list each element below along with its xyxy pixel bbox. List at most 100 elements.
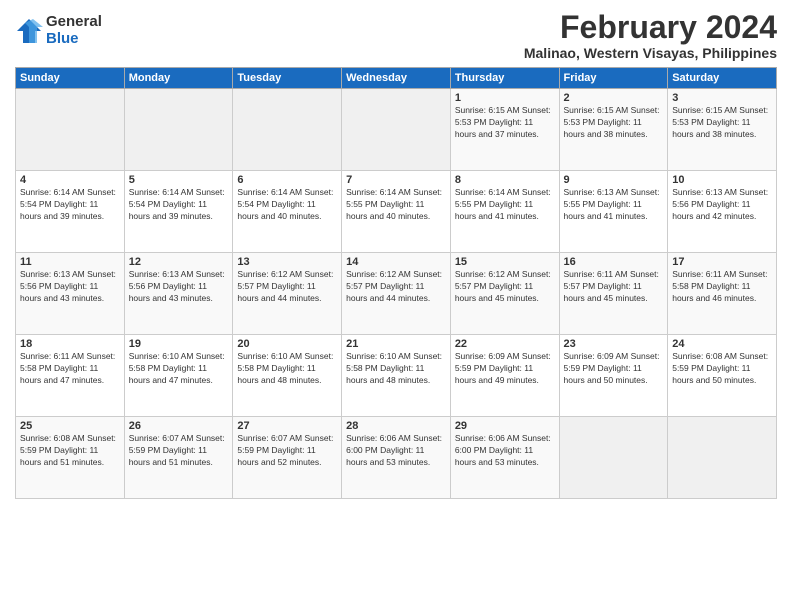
cell-content: Sunrise: 6:11 AM Sunset: 5:58 PM Dayligh…	[672, 269, 772, 305]
day-number: 16	[564, 256, 664, 268]
day-number: 4	[20, 174, 120, 186]
cell-content: Sunrise: 6:15 AM Sunset: 5:53 PM Dayligh…	[672, 105, 772, 141]
day-number: 9	[564, 174, 664, 186]
page: General Blue February 2024 Malinao, West…	[0, 0, 792, 612]
calendar-cell: 28Sunrise: 6:06 AM Sunset: 6:00 PM Dayli…	[342, 417, 451, 499]
calendar-cell: 25Sunrise: 6:08 AM Sunset: 5:59 PM Dayli…	[16, 417, 125, 499]
cell-content: Sunrise: 6:12 AM Sunset: 5:57 PM Dayligh…	[455, 269, 555, 305]
cell-content: Sunrise: 6:13 AM Sunset: 5:55 PM Dayligh…	[564, 187, 664, 223]
calendar-cell: 2Sunrise: 6:15 AM Sunset: 5:53 PM Daylig…	[559, 89, 668, 171]
title-area: February 2024 Malinao, Western Visayas, …	[524, 10, 777, 61]
header-cell-thursday: Thursday	[450, 68, 559, 89]
cell-content: Sunrise: 6:06 AM Sunset: 6:00 PM Dayligh…	[346, 433, 446, 469]
day-number: 1	[455, 92, 555, 104]
day-number: 22	[455, 338, 555, 350]
day-number: 18	[20, 338, 120, 350]
calendar-cell: 20Sunrise: 6:10 AM Sunset: 5:58 PM Dayli…	[233, 335, 342, 417]
cell-content: Sunrise: 6:14 AM Sunset: 5:54 PM Dayligh…	[129, 187, 229, 223]
calendar-cell: 15Sunrise: 6:12 AM Sunset: 5:57 PM Dayli…	[450, 253, 559, 335]
day-number: 25	[20, 420, 120, 432]
calendar-cell: 9Sunrise: 6:13 AM Sunset: 5:55 PM Daylig…	[559, 171, 668, 253]
calendar-cell: 3Sunrise: 6:15 AM Sunset: 5:53 PM Daylig…	[668, 89, 777, 171]
calendar-cell: 27Sunrise: 6:07 AM Sunset: 5:59 PM Dayli…	[233, 417, 342, 499]
cell-content: Sunrise: 6:12 AM Sunset: 5:57 PM Dayligh…	[237, 269, 337, 305]
logo-general-text: General	[46, 14, 102, 31]
cell-content: Sunrise: 6:12 AM Sunset: 5:57 PM Dayligh…	[346, 269, 446, 305]
cell-content: Sunrise: 6:13 AM Sunset: 5:56 PM Dayligh…	[20, 269, 120, 305]
header-cell-wednesday: Wednesday	[342, 68, 451, 89]
calendar-cell: 8Sunrise: 6:14 AM Sunset: 5:55 PM Daylig…	[450, 171, 559, 253]
calendar-cell: 29Sunrise: 6:06 AM Sunset: 6:00 PM Dayli…	[450, 417, 559, 499]
day-number: 26	[129, 420, 229, 432]
cell-content: Sunrise: 6:13 AM Sunset: 5:56 PM Dayligh…	[129, 269, 229, 305]
cell-content: Sunrise: 6:14 AM Sunset: 5:55 PM Dayligh…	[455, 187, 555, 223]
calendar-table: SundayMondayTuesdayWednesdayThursdayFrid…	[15, 67, 777, 499]
calendar-cell: 19Sunrise: 6:10 AM Sunset: 5:58 PM Dayli…	[124, 335, 233, 417]
month-title: February 2024	[524, 10, 777, 45]
cell-content: Sunrise: 6:11 AM Sunset: 5:57 PM Dayligh…	[564, 269, 664, 305]
calendar-cell: 5Sunrise: 6:14 AM Sunset: 5:54 PM Daylig…	[124, 171, 233, 253]
cell-content: Sunrise: 6:15 AM Sunset: 5:53 PM Dayligh…	[455, 105, 555, 141]
calendar-cell: 22Sunrise: 6:09 AM Sunset: 5:59 PM Dayli…	[450, 335, 559, 417]
header-cell-friday: Friday	[559, 68, 668, 89]
calendar-cell	[124, 89, 233, 171]
day-number: 24	[672, 338, 772, 350]
calendar-cell	[16, 89, 125, 171]
week-row-4: 25Sunrise: 6:08 AM Sunset: 5:59 PM Dayli…	[16, 417, 777, 499]
week-row-1: 4Sunrise: 6:14 AM Sunset: 5:54 PM Daylig…	[16, 171, 777, 253]
calendar-cell: 18Sunrise: 6:11 AM Sunset: 5:58 PM Dayli…	[16, 335, 125, 417]
header: General Blue February 2024 Malinao, West…	[15, 10, 777, 61]
calendar-cell: 1Sunrise: 6:15 AM Sunset: 5:53 PM Daylig…	[450, 89, 559, 171]
header-cell-monday: Monday	[124, 68, 233, 89]
cell-content: Sunrise: 6:08 AM Sunset: 5:59 PM Dayligh…	[672, 351, 772, 387]
week-row-3: 18Sunrise: 6:11 AM Sunset: 5:58 PM Dayli…	[16, 335, 777, 417]
day-number: 13	[237, 256, 337, 268]
calendar-cell: 11Sunrise: 6:13 AM Sunset: 5:56 PM Dayli…	[16, 253, 125, 335]
week-row-0: 1Sunrise: 6:15 AM Sunset: 5:53 PM Daylig…	[16, 89, 777, 171]
day-number: 21	[346, 338, 446, 350]
day-number: 3	[672, 92, 772, 104]
logo-icon	[15, 17, 43, 45]
calendar-cell: 16Sunrise: 6:11 AM Sunset: 5:57 PM Dayli…	[559, 253, 668, 335]
calendar-cell: 26Sunrise: 6:07 AM Sunset: 5:59 PM Dayli…	[124, 417, 233, 499]
day-number: 20	[237, 338, 337, 350]
calendar-cell: 7Sunrise: 6:14 AM Sunset: 5:55 PM Daylig…	[342, 171, 451, 253]
day-number: 27	[237, 420, 337, 432]
cell-content: Sunrise: 6:08 AM Sunset: 5:59 PM Dayligh…	[20, 433, 120, 469]
header-cell-tuesday: Tuesday	[233, 68, 342, 89]
calendar-cell: 23Sunrise: 6:09 AM Sunset: 5:59 PM Dayli…	[559, 335, 668, 417]
cell-content: Sunrise: 6:13 AM Sunset: 5:56 PM Dayligh…	[672, 187, 772, 223]
day-number: 5	[129, 174, 229, 186]
cell-content: Sunrise: 6:14 AM Sunset: 5:54 PM Dayligh…	[20, 187, 120, 223]
calendar-cell: 6Sunrise: 6:14 AM Sunset: 5:54 PM Daylig…	[233, 171, 342, 253]
day-number: 8	[455, 174, 555, 186]
calendar-cell: 21Sunrise: 6:10 AM Sunset: 5:58 PM Dayli…	[342, 335, 451, 417]
day-number: 12	[129, 256, 229, 268]
logo: General Blue	[15, 14, 102, 47]
cell-content: Sunrise: 6:15 AM Sunset: 5:53 PM Dayligh…	[564, 105, 664, 141]
calendar-cell: 12Sunrise: 6:13 AM Sunset: 5:56 PM Dayli…	[124, 253, 233, 335]
calendar-cell: 10Sunrise: 6:13 AM Sunset: 5:56 PM Dayli…	[668, 171, 777, 253]
day-number: 6	[237, 174, 337, 186]
cell-content: Sunrise: 6:09 AM Sunset: 5:59 PM Dayligh…	[455, 351, 555, 387]
header-cell-sunday: Sunday	[16, 68, 125, 89]
day-number: 14	[346, 256, 446, 268]
cell-content: Sunrise: 6:14 AM Sunset: 5:55 PM Dayligh…	[346, 187, 446, 223]
cell-content: Sunrise: 6:10 AM Sunset: 5:58 PM Dayligh…	[346, 351, 446, 387]
calendar-cell	[668, 417, 777, 499]
day-number: 2	[564, 92, 664, 104]
calendar-cell	[342, 89, 451, 171]
logo-text: General Blue	[46, 14, 102, 47]
cell-content: Sunrise: 6:10 AM Sunset: 5:58 PM Dayligh…	[129, 351, 229, 387]
subtitle: Malinao, Western Visayas, Philippines	[524, 45, 777, 61]
calendar-cell: 17Sunrise: 6:11 AM Sunset: 5:58 PM Dayli…	[668, 253, 777, 335]
cell-content: Sunrise: 6:14 AM Sunset: 5:54 PM Dayligh…	[237, 187, 337, 223]
calendar-cell: 14Sunrise: 6:12 AM Sunset: 5:57 PM Dayli…	[342, 253, 451, 335]
calendar-cell: 4Sunrise: 6:14 AM Sunset: 5:54 PM Daylig…	[16, 171, 125, 253]
day-number: 29	[455, 420, 555, 432]
calendar-cell: 13Sunrise: 6:12 AM Sunset: 5:57 PM Dayli…	[233, 253, 342, 335]
week-row-2: 11Sunrise: 6:13 AM Sunset: 5:56 PM Dayli…	[16, 253, 777, 335]
cell-content: Sunrise: 6:11 AM Sunset: 5:58 PM Dayligh…	[20, 351, 120, 387]
day-number: 7	[346, 174, 446, 186]
day-number: 15	[455, 256, 555, 268]
